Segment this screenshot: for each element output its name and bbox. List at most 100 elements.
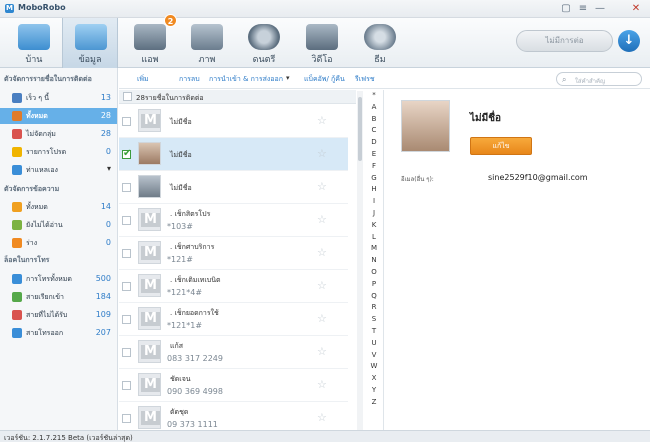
alphabet-letter[interactable]: J (366, 209, 382, 217)
contact-row[interactable]: M . เช็กเติมเทเบนิต *121*4# ☆ (119, 270, 348, 303)
alphabet-letter[interactable]: I (366, 197, 382, 205)
tab-contacts[interactable]: ข้อมูล (62, 18, 118, 68)
alphabet-letter[interactable]: R (366, 303, 382, 311)
sidebar-item-label: ร่าง (26, 239, 38, 247)
tab-themes[interactable]: ธีม (352, 18, 408, 68)
alphabet-letter[interactable]: U (366, 339, 382, 347)
favorite-star-icon[interactable]: ☆ (317, 411, 327, 424)
contact-row[interactable]: M ไม่มีชื่อ ☆ (119, 105, 348, 138)
backup-restore-button[interactable]: แบ็คอัพ/ กู้คืน (304, 74, 345, 85)
alphabet-letter[interactable]: W (366, 362, 382, 370)
group-icon (12, 165, 22, 175)
contact-row[interactable]: ✔ ไม่มีชื่อ ☆ (119, 138, 348, 171)
sidebar-item-contact-4[interactable]: ท่าแหลเอง ▾ (0, 162, 117, 178)
alphabet-letter[interactable]: L (366, 233, 382, 241)
contact-row[interactable]: M ชัดเจน 090 369 4998 ☆ (119, 369, 348, 402)
sidebar-item-message-2[interactable]: ร่าง 0 (0, 235, 117, 251)
alphabet-letter[interactable]: S (366, 315, 382, 323)
contact-checkbox[interactable] (122, 315, 131, 324)
alphabet-letter[interactable]: H (366, 185, 382, 193)
favorite-star-icon[interactable]: ☆ (317, 312, 327, 325)
tab-music[interactable]: ดนตรี (236, 18, 292, 68)
unread-icon (12, 220, 22, 230)
contact-checkbox[interactable]: ✔ (122, 148, 131, 159)
favorite-star-icon[interactable]: ☆ (317, 378, 327, 391)
sidebar-item-message-0[interactable]: ทั้งหมด 14 (0, 199, 117, 215)
contact-row[interactable]: M แก้ส 083 317 2249 ☆ (119, 336, 348, 369)
edit-button[interactable]: แก้ไข (470, 137, 532, 155)
alphabet-letter[interactable]: A (366, 103, 382, 111)
sidebar-item-contact-3[interactable]: รายการโปรด 0 (0, 144, 117, 160)
scrollbar-thumb[interactable] (358, 97, 362, 161)
feedback-icon[interactable]: ▢ (560, 3, 572, 15)
contact-checkbox[interactable] (122, 381, 131, 390)
alphabet-letter[interactable]: E (366, 150, 382, 158)
favorite-star-icon[interactable]: ☆ (317, 147, 327, 160)
favorite-star-icon[interactable]: ☆ (317, 114, 327, 127)
alphabet-letter[interactable]: P (366, 280, 382, 288)
search-input[interactable]: ⌕ ใส่คำสำคัญ (556, 72, 642, 86)
alphabet-letter[interactable]: G (366, 174, 382, 182)
alphabet-letter[interactable]: N (366, 256, 382, 264)
add-button[interactable]: เพิ่ม (137, 74, 149, 85)
alphabet-letter[interactable]: D (366, 138, 382, 146)
sidebar-item-contact-2[interactable]: ไม่จัดกลุ่ม 28 (0, 126, 117, 142)
alphabet-letter[interactable]: Y (366, 386, 382, 394)
alphabet-letter[interactable]: B (366, 115, 382, 123)
contact-checkbox[interactable] (122, 117, 131, 126)
contact-row[interactable]: M . เช็กสิตรโปร *103# ☆ (119, 204, 348, 237)
tab-home[interactable]: บ้าน (6, 18, 62, 68)
sidebar-item-call-0[interactable]: การโทรทั้งหมด 500 (0, 271, 117, 287)
default-avatar-icon: M (141, 213, 160, 227)
refresh-button[interactable]: รีเฟรช (355, 74, 375, 85)
favorite-star-icon[interactable]: ☆ (317, 345, 327, 358)
alphabet-letter[interactable]: * (366, 91, 382, 99)
contact-row[interactable]: M ตัดชุด 09 373 1111 ☆ (119, 402, 348, 430)
sidebar-item-call-1[interactable]: สายเรียกเข้า 184 (0, 289, 117, 305)
import-export-chevron-icon[interactable]: ▾ (286, 74, 290, 82)
alphabet-letter[interactable]: X (366, 374, 382, 382)
sidebar-item-call-2[interactable]: สายที่ไม่ได้รับ 109 (0, 307, 117, 323)
alphabet-letter[interactable]: K (366, 221, 382, 229)
contact-checkbox[interactable] (122, 249, 131, 258)
download-icon[interactable]: ↓ (618, 30, 640, 52)
tab-video[interactable]: วิดีโอ (294, 18, 350, 68)
contact-checkbox[interactable] (122, 216, 131, 225)
alphabet-letter[interactable]: M (366, 244, 382, 252)
tab-photos[interactable]: ภาพ (179, 18, 235, 68)
contact-list-scrollbar[interactable] (357, 91, 363, 430)
sidebar-item-label: สายเรียกเข้า (26, 293, 64, 301)
favorite-star-icon[interactable]: ☆ (317, 279, 327, 292)
favorite-star-icon[interactable]: ☆ (317, 213, 327, 226)
select-all-checkbox[interactable] (123, 92, 132, 101)
alphabet-letter[interactable]: C (366, 126, 382, 134)
delete-button[interactable]: การลบ (179, 74, 200, 85)
favorite-star-icon[interactable]: ☆ (317, 246, 327, 259)
alphabet-letter[interactable]: F (366, 162, 382, 170)
contact-checkbox[interactable] (122, 414, 131, 423)
contact-row[interactable]: M . เช็กศาบริการ *121# ☆ (119, 237, 348, 270)
favorite-star-icon[interactable]: ☆ (317, 180, 327, 193)
sidebar-item-call-3[interactable]: สายโทรออก 207 (0, 325, 117, 341)
chevron-down-icon[interactable]: ▾ (107, 164, 111, 173)
alphabet-letter[interactable]: V (366, 351, 382, 359)
alphabet-letter[interactable]: Q (366, 292, 382, 300)
import-export-button[interactable]: การนำเข้า & การส่งออก (209, 74, 283, 85)
alphabet-letter[interactable]: Z (366, 398, 382, 406)
sidebar-item-contact-0[interactable]: เร็ว ๆ นี้ 13 (0, 90, 117, 106)
contact-row[interactable]: M . เช็กยอดการใช้ *121*1# ☆ (119, 303, 348, 336)
device-connection-button[interactable]: ไม่มีการต่อ (516, 30, 613, 52)
sidebar-item-count: 184 (95, 292, 111, 301)
contact-row[interactable]: ไม่มีชื่อ ☆ (119, 171, 348, 204)
alphabet-letter[interactable]: O (366, 268, 382, 276)
menu-icon[interactable]: ≡ (577, 3, 589, 15)
contact-checkbox[interactable] (122, 282, 131, 291)
alphabet-letter[interactable]: T (366, 327, 382, 335)
sidebar-item-contact-1[interactable]: ทั้งหมด 28 (0, 108, 117, 124)
contact-name: ไม่มีชื่อ (170, 118, 192, 126)
sidebar-item-message-1[interactable]: ยังไม่ได้อ่าน 0 (0, 217, 117, 233)
minimize-button[interactable]: — (594, 3, 606, 15)
contact-checkbox[interactable] (122, 183, 131, 192)
close-button[interactable]: ✕ (630, 3, 642, 15)
contact-checkbox[interactable] (122, 348, 131, 357)
